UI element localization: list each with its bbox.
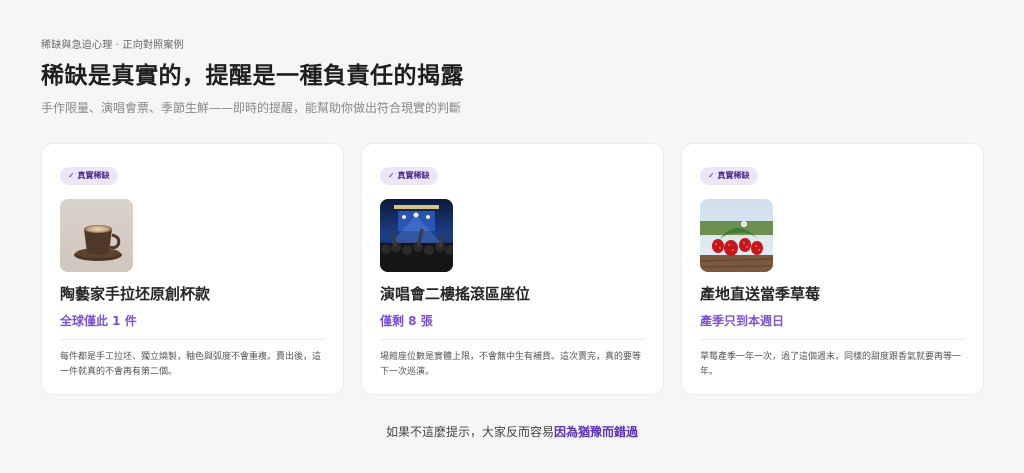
footer-emphasis: 因為猶豫而錯過 <box>554 425 639 439</box>
genuine-scarcity-badge: ✓ 真實稀缺 <box>700 167 758 185</box>
genuine-scarcity-badge: ✓ 真實稀缺 <box>60 167 118 185</box>
card-description: 每件都是手工拉坯、獨立燒製，釉色與弧度不會重複。賣出後，這一件就真的不會再有第二… <box>60 352 322 377</box>
footer-prefix: 如果不這麼提示，大家反而容易 <box>385 425 554 439</box>
card-description: 場館座位數是實體上限，不會無中生有補貨。這次賣完，真的要等下一次巡演。 <box>380 352 642 377</box>
scarcity-highlight: 產季只到本週日 <box>700 314 785 328</box>
genuine-scarcity-badge: ✓ 真實稀缺 <box>380 167 438 185</box>
scarcity-highlight: 全球僅此 1 件 <box>60 314 137 328</box>
card-list: ✓ 真實稀缺 陶藝家手拉坯原創杯款 全球僅此 1 件 每件都是手工拉坯、獨立燒製… <box>41 143 984 395</box>
page-subtitle: 手作限量、演唱會票、季節生鮮——即時的提醒，能幫助你做出符合現實的判斷 <box>41 101 462 115</box>
divider <box>60 339 325 340</box>
scarcity-card[interactable]: ✓ 真實稀缺 <box>361 143 664 395</box>
page-title: 稀缺是真實的，提醒是一種負責任的揭露 <box>41 63 464 89</box>
eyebrow-text: 稀缺與急迫心理 · 正向對照案例 <box>41 40 184 51</box>
scarcity-card[interactable]: ✓ 真實稀缺 <box>681 143 984 395</box>
page-header: 稀缺與急迫心理 · 正向對照案例 稀缺是真實的，提醒是一種負責任的揭露 手作限量… <box>41 36 981 116</box>
concert-crowd-photo <box>380 199 453 272</box>
strawberry-photo <box>700 199 773 272</box>
card-title: 演唱會二樓搖滾區座位 <box>380 285 531 303</box>
scarcity-highlight: 僅剩 8 張 <box>380 314 433 328</box>
divider <box>700 339 965 340</box>
scarcity-card[interactable]: ✓ 真實稀缺 陶藝家手拉坯原創杯款 全球僅此 1 件 每件都是手工拉坯、獨立燒製… <box>41 143 344 395</box>
divider <box>380 339 645 340</box>
card-title: 產地直送當季草莓 <box>700 285 821 303</box>
footer-note: 如果不這麼提示，大家反而容易因為猶豫而錯過 <box>0 423 1024 440</box>
card-title: 陶藝家手拉坯原創杯款 <box>60 285 211 303</box>
card-description: 草莓產季一年一次，過了這個週末，同樣的甜度跟香氣就要再等一年。 <box>700 352 962 377</box>
coffee-cup-photo <box>60 199 133 272</box>
